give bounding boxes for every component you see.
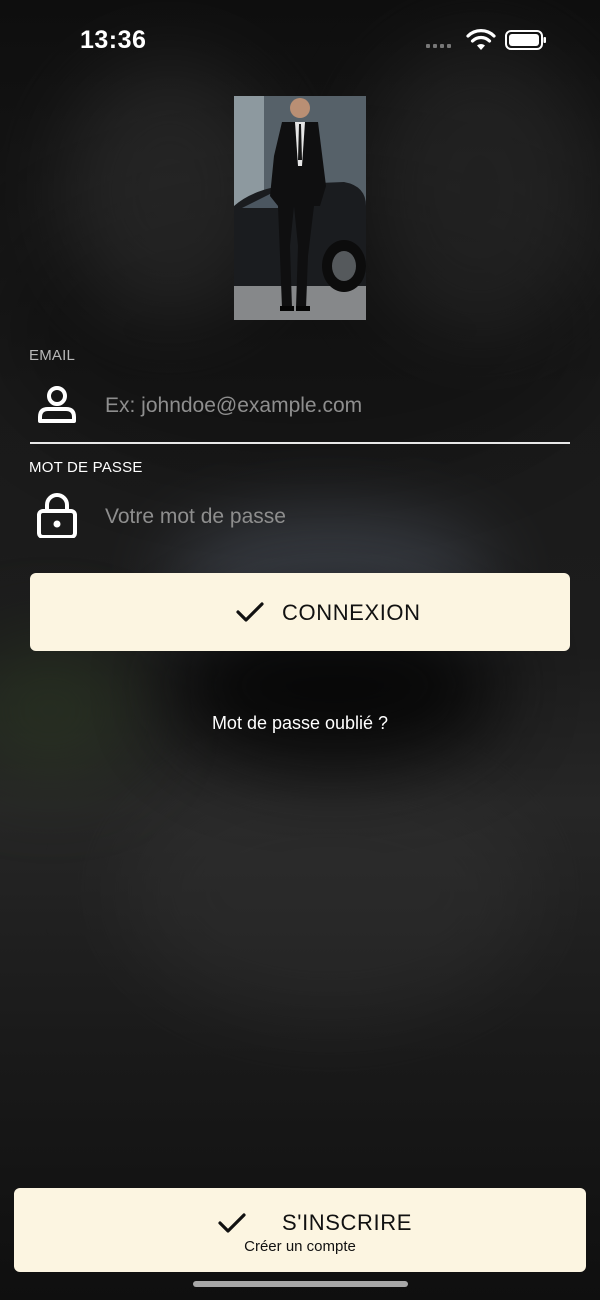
password-field[interactable] — [105, 494, 570, 540]
status-bar: 13:36 — [0, 0, 600, 80]
signup-button-sublabel: Créer un compte — [244, 1238, 356, 1255]
email-field-underline — [30, 442, 570, 444]
check-icon — [218, 1213, 246, 1233]
lock-icon — [37, 493, 77, 538]
hero-photo — [234, 96, 366, 320]
signup-button-label: S'INSCRIRE — [282, 1210, 412, 1235]
user-icon — [38, 386, 76, 423]
email-label: EMAIL — [29, 347, 76, 364]
battery-icon — [505, 30, 546, 50]
wifi-icon — [466, 29, 496, 50]
login-button[interactable]: CONNEXION — [30, 573, 570, 651]
password-label: MOT DE PASSE — [29, 459, 143, 476]
email-field[interactable] — [105, 383, 570, 429]
status-time: 13:36 — [80, 26, 147, 54]
cellular-signal-icon — [426, 44, 451, 48]
check-icon — [236, 602, 264, 622]
signup-button[interactable]: S'INSCRIRE Créer un compte — [14, 1188, 586, 1272]
login-button-label: CONNEXION — [282, 600, 421, 625]
forgot-password-link[interactable]: Mot de passe oublié ? — [0, 713, 600, 734]
home-indicator[interactable] — [193, 1281, 408, 1287]
